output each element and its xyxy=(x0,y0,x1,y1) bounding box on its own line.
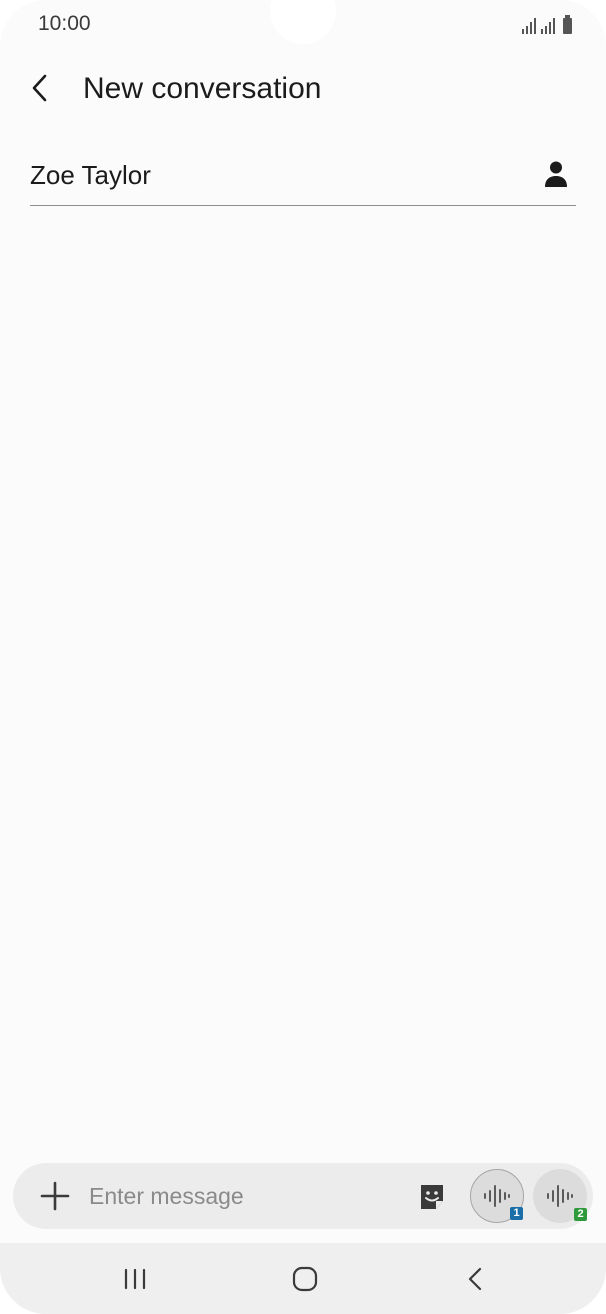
battery-icon xyxy=(563,15,572,34)
back-icon xyxy=(468,1267,482,1291)
navigation-bar xyxy=(0,1243,606,1314)
status-icons xyxy=(522,12,572,34)
recent-apps-icon xyxy=(124,1268,146,1290)
phone-screen: 10:00 New conversation Zoe Taylor Enter … xyxy=(0,0,606,1314)
recent-apps-button[interactable] xyxy=(113,1257,157,1301)
person-icon xyxy=(545,161,567,187)
camera-notch xyxy=(270,0,336,44)
home-icon xyxy=(292,1266,318,1292)
sim2-badge: 2 xyxy=(574,1208,587,1221)
message-input[interactable] xyxy=(89,1177,389,1215)
voice-message-sim1-button[interactable]: 1 xyxy=(470,1169,524,1223)
back-button[interactable] xyxy=(20,68,60,108)
compose-bar: 1 2 xyxy=(13,1163,593,1229)
attach-button[interactable] xyxy=(35,1176,75,1216)
signal-sim1-icon xyxy=(522,16,536,34)
recipient-field[interactable]: Zoe Taylor xyxy=(30,150,576,206)
home-button[interactable] xyxy=(283,1257,327,1301)
voice-wave-icon xyxy=(547,1185,573,1207)
sticker-icon xyxy=(421,1185,443,1209)
status-time: 10:00 xyxy=(38,12,91,35)
contacts-button[interactable] xyxy=(536,154,576,194)
voice-wave-icon xyxy=(484,1185,510,1207)
page-title: New conversation xyxy=(83,72,322,105)
chevron-left-icon xyxy=(32,74,47,102)
message-list xyxy=(0,210,606,1155)
plus-icon xyxy=(40,1181,70,1211)
sticker-button[interactable] xyxy=(415,1180,449,1214)
signal-sim2-icon xyxy=(541,16,555,34)
nav-back-button[interactable] xyxy=(453,1257,497,1301)
voice-message-sim2-button[interactable]: 2 xyxy=(533,1169,587,1223)
sim1-badge: 1 xyxy=(510,1207,523,1220)
recipient-value[interactable]: Zoe Taylor xyxy=(30,158,151,192)
